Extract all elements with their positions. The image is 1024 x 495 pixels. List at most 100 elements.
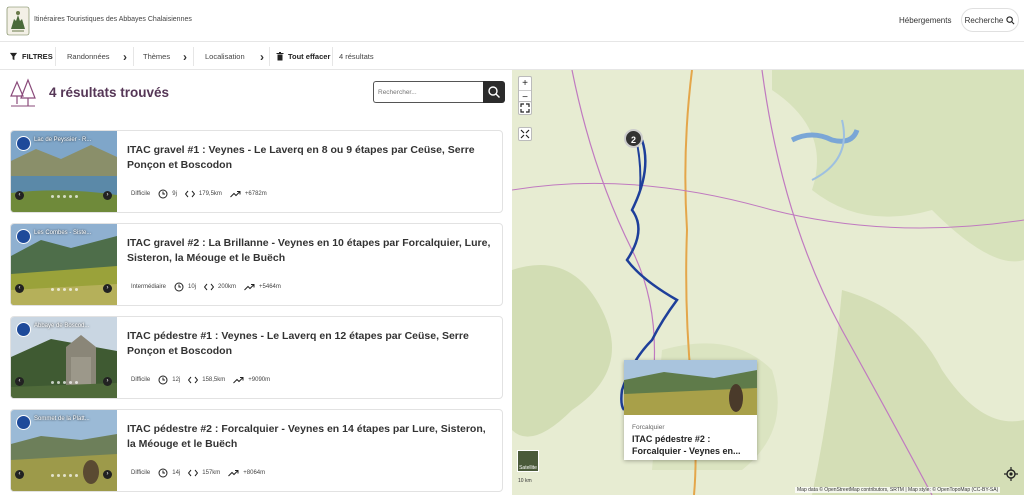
locate-icon[interactable] (1004, 467, 1018, 481)
site-title[interactable]: Itinéraires Touristiques des Abbayes Cha… (34, 16, 192, 23)
trek-card[interactable]: Sommet de la Platt... ‹ › ITAC pédestre … (10, 409, 503, 492)
trek-card[interactable]: Lac de Peyssier - R... ‹ › ITAC gravel #… (10, 130, 503, 213)
map-cluster-marker[interactable]: 2 (624, 129, 643, 148)
trek-title[interactable]: ITAC gravel #1 : Veynes - Le Laverq en 8… (127, 143, 497, 173)
carousel-dots (51, 195, 78, 198)
distance-icon (184, 190, 195, 198)
expand-icon (520, 103, 530, 113)
next-image-button[interactable]: › (103, 284, 112, 293)
trees-icon (10, 78, 36, 107)
pedestrian-badge-icon (16, 322, 31, 337)
divider (269, 47, 270, 66)
chevron-right-icon: › (183, 49, 187, 64)
results-count: 4 résultats (339, 52, 374, 61)
thumb-label: Les Combes - Siste... (34, 230, 92, 236)
trek-title[interactable]: ITAC pédestre #2 : Forcalquier - Veynes … (127, 422, 497, 452)
zoom-in-button[interactable]: + (519, 77, 531, 91)
duration-value: 10j (188, 284, 197, 290)
fullscreen-button[interactable] (518, 101, 532, 115)
divider (193, 47, 194, 66)
thumb-label: Lac de Peyssier - R... (34, 137, 92, 143)
pedestrian-badge-icon (16, 415, 31, 430)
duration-value: 9j (172, 191, 177, 197)
nav-hebergements-link[interactable]: Hébergements (899, 16, 951, 25)
distance-icon (204, 283, 215, 291)
next-image-button[interactable]: › (103, 377, 112, 386)
header-search-label: Recherche (964, 15, 1004, 25)
abbey-logo-icon[interactable] (6, 5, 30, 37)
filters-toggle[interactable]: FILTRES (9, 43, 53, 70)
divider (55, 47, 56, 66)
header-search-button[interactable]: Recherche (961, 8, 1019, 32)
clear-all-button[interactable]: Tout effacer (276, 43, 330, 70)
trek-meta: Difficile 12j 158,5km +9090m (131, 375, 270, 385)
elevation-value: +5464m (259, 284, 281, 290)
elevation-icon (230, 191, 241, 198)
distance-value: 200km (218, 284, 237, 290)
difficulty-label: Difficile (131, 377, 151, 383)
map-terrain (512, 70, 1024, 495)
search-icon (1006, 15, 1015, 24)
map-attribution[interactable]: Map data © OpenStreetMap contributors, S… (795, 487, 1001, 493)
trek-thumbnail[interactable]: Abbaye de Boscod... ‹ › (11, 317, 117, 398)
results-search-button[interactable] (483, 81, 505, 103)
trek-meta: Difficile 14j 157km +8064m (131, 468, 265, 478)
search-icon (488, 86, 500, 98)
elevation-value: +8064m (243, 470, 266, 476)
trek-meta: Intermédiaire 10j 200km +5464m (131, 282, 281, 292)
results-search-input[interactable] (373, 81, 484, 103)
difficulty-label: Difficile (131, 470, 151, 476)
divider (332, 47, 333, 66)
filter-localisation-label: Localisation (205, 52, 245, 61)
prev-image-button[interactable]: ‹ (15, 377, 24, 386)
popup-title[interactable]: ITAC pédestre #2 : Forcalquier - Veynes … (632, 433, 752, 457)
clock-icon (174, 282, 184, 292)
elevation-icon (244, 284, 255, 291)
topo-map[interactable] (512, 70, 1024, 495)
chevron-right-icon: › (260, 49, 264, 64)
clock-icon (158, 189, 168, 199)
elevation-icon (233, 377, 244, 384)
trek-meta: Difficile 9j 179,5km +6782m (131, 189, 267, 199)
popup-location: Forcalquier (632, 424, 665, 431)
next-image-button[interactable]: › (103, 191, 112, 200)
filter-randonnees-label: Randonnées (67, 52, 110, 61)
velo-badge-icon (16, 136, 31, 151)
next-image-button[interactable]: › (103, 470, 112, 479)
trek-thumbnail[interactable]: Sommet de la Platt... ‹ › (11, 410, 117, 491)
elevation-value: +6782m (244, 191, 267, 197)
prev-image-button[interactable]: ‹ (15, 191, 24, 200)
filter-themes[interactable]: Thèmes › (143, 43, 187, 70)
trek-card[interactable]: Les Combes - Siste... ‹ › ITAC gravel #2… (10, 223, 503, 306)
trek-thumbnail[interactable]: Lac de Peyssier - R... ‹ › (11, 131, 117, 212)
duration-value: 14j (172, 470, 181, 476)
thumb-label: Sommet de la Platt... (34, 416, 90, 422)
results-title: 4 résultats trouvés (49, 85, 170, 100)
elevation-icon (228, 470, 239, 477)
site-header: Itinéraires Touristiques des Abbayes Cha… (0, 0, 1024, 42)
map-popup[interactable]: Forcalquier ITAC pédestre #2 : Forcalqui… (624, 360, 757, 460)
duration-value: 12j (172, 377, 181, 383)
clock-icon (158, 468, 168, 478)
map-scale: 10 km (518, 478, 532, 484)
reset-view-button[interactable] (518, 127, 532, 141)
distance-value: 157km (202, 470, 221, 476)
difficulty-label: Intermédiaire (131, 284, 167, 290)
trek-card[interactable]: Abbaye de Boscod... ‹ › ITAC pédestre #1… (10, 316, 503, 399)
clock-icon (158, 375, 168, 385)
filter-bar: FILTRES Randonnées › Thèmes › Localisati… (0, 43, 1024, 70)
filter-randonnees[interactable]: Randonnées › (67, 43, 127, 70)
satellite-toggle[interactable]: Satellite (517, 450, 539, 472)
velo-badge-icon (16, 229, 31, 244)
prev-image-button[interactable]: ‹ (15, 284, 24, 293)
compress-icon (520, 129, 530, 139)
trek-thumbnail[interactable]: Les Combes - Siste... ‹ › (11, 224, 117, 305)
trash-icon (276, 52, 284, 61)
filter-localisation[interactable]: Localisation › (205, 43, 264, 70)
trek-title[interactable]: ITAC pédestre #1 : Veynes - Le Laverq en… (127, 329, 497, 359)
carousel-dots (51, 381, 78, 384)
prev-image-button[interactable]: ‹ (15, 470, 24, 479)
distance-icon (188, 376, 199, 384)
filters-label: FILTRES (22, 52, 53, 61)
trek-title[interactable]: ITAC gravel #2 : La Brillanne - Veynes e… (127, 236, 497, 266)
